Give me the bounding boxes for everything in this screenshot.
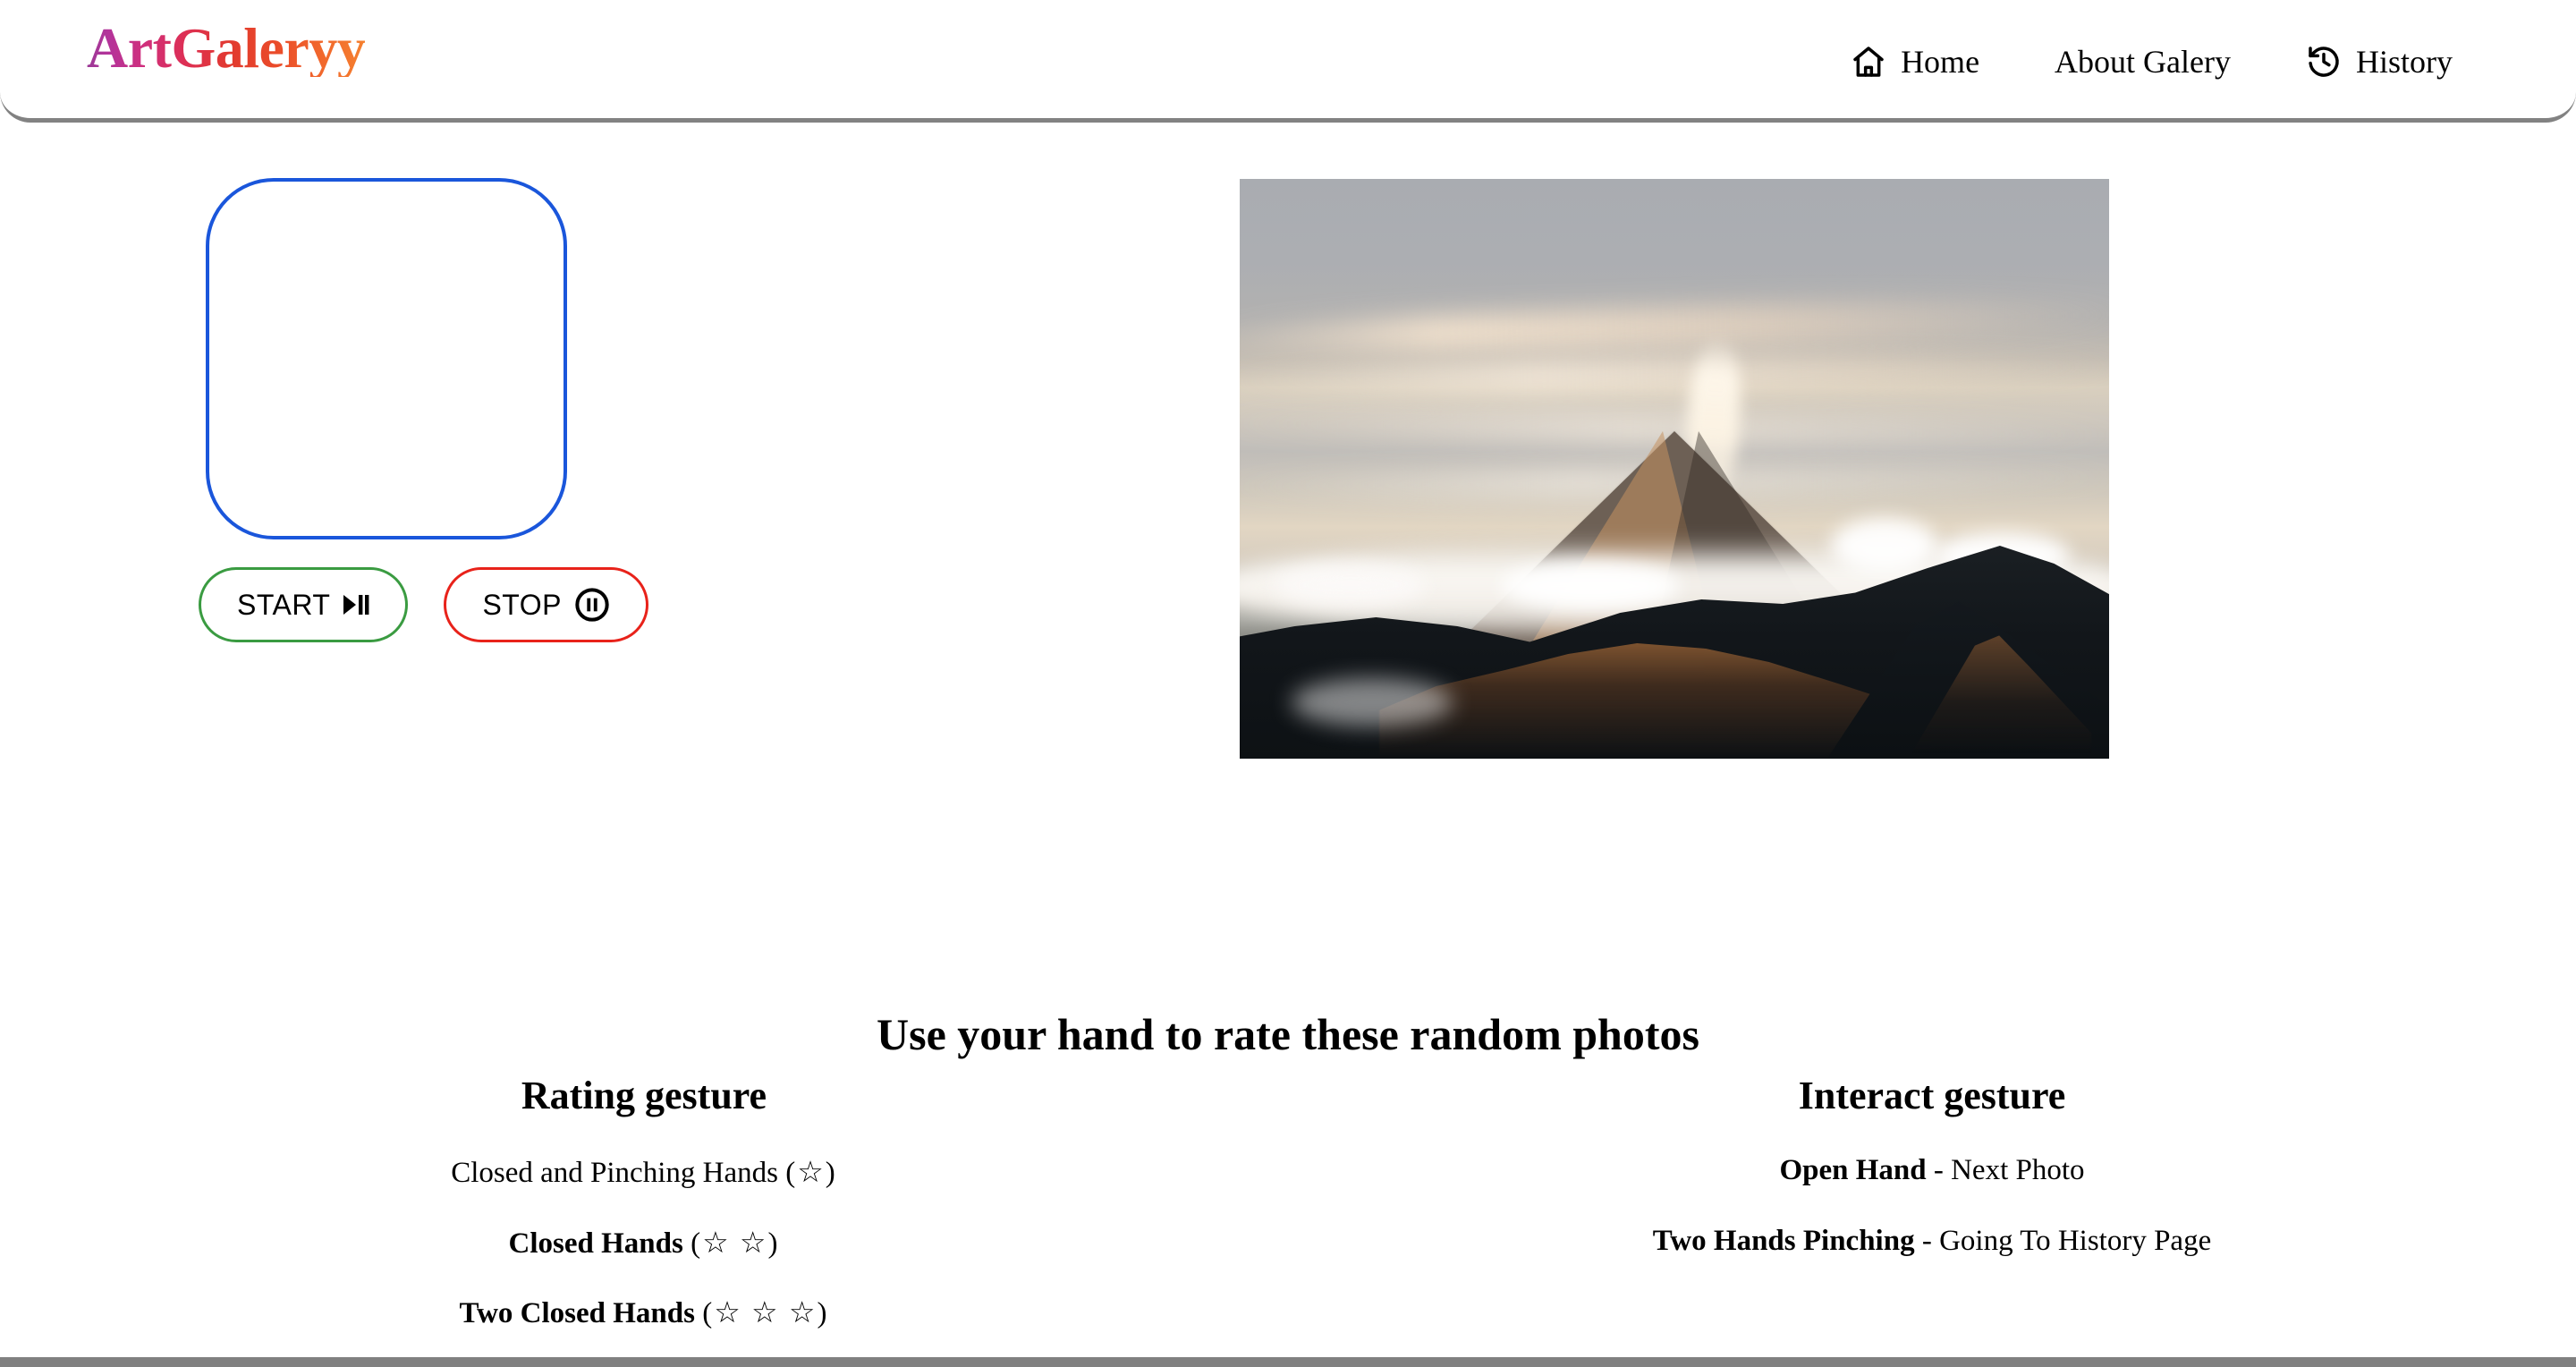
- history-icon: [2306, 44, 2342, 80]
- gesture-name: Open Hand: [1779, 1153, 1927, 1186]
- stop-button[interactable]: STOP: [444, 567, 648, 642]
- rating-gesture-list: Closed and Pinching Hands (☆) Closed Han…: [0, 1156, 1288, 1367]
- gesture-action: - Next Photo: [1926, 1153, 2085, 1186]
- photo-display[interactable]: [1240, 179, 2109, 759]
- gesture-stars: (☆): [785, 1156, 837, 1189]
- nav-item-home[interactable]: Home: [1813, 44, 2017, 80]
- photo-image: [1240, 179, 2109, 759]
- gesture-stars: (☆ ☆ ☆): [702, 1297, 829, 1330]
- rating-gesture-column: Rating gesture Closed and Pinching Hands…: [0, 1074, 1288, 1367]
- cloud-puff: [1500, 561, 1680, 610]
- nav-label-home: Home: [1901, 44, 1980, 80]
- interact-gesture-list: Open Hand - Next Photo Two Hands Pinchin…: [1288, 1153, 2576, 1259]
- cloud-band: [1240, 350, 2109, 398]
- pause-circle-icon: [574, 587, 610, 623]
- capture-panel: START STOP: [199, 178, 648, 642]
- home-icon: [1851, 44, 1886, 80]
- start-button[interactable]: START: [199, 567, 409, 642]
- gesture-name: Two Hands Pinching: [1652, 1224, 1915, 1257]
- cloud-puff: [1274, 564, 1427, 606]
- list-item: Closed and Pinching Hands (☆): [0, 1156, 1288, 1191]
- nav-label-history: History: [2356, 44, 2453, 80]
- gesture-stars: (☆ ☆): [691, 1227, 780, 1260]
- cloud-puff: [1830, 518, 1938, 574]
- gesture-name: Closed and Pinching Hands: [451, 1156, 778, 1189]
- page-root: ArtGaleryy Home About Galery History STA…: [0, 0, 2576, 1367]
- nav-item-history[interactable]: History: [2268, 44, 2490, 80]
- cloud-band: [1240, 293, 2109, 360]
- list-item: Closed Hands (☆ ☆): [0, 1227, 1288, 1261]
- start-button-label: START: [237, 588, 331, 621]
- main-content: START STOP Use your hand to rate these r…: [0, 123, 2576, 1367]
- gesture-name: Two Closed Hands: [459, 1297, 695, 1330]
- page-headline: Use your hand to rate these random photo…: [877, 1008, 1699, 1059]
- stop-button-label: STOP: [482, 588, 562, 621]
- interact-gesture-column: Interact gesture Open Hand - Next Photo …: [1288, 1074, 2576, 1367]
- ground-mist: [1292, 678, 1453, 726]
- nav-item-about-galery[interactable]: About Galery: [2017, 46, 2268, 78]
- gesture-action: - Going To History Page: [1914, 1224, 2212, 1257]
- webcam-video-frame[interactable]: [206, 178, 567, 539]
- gesture-name: Closed Hands: [508, 1227, 683, 1260]
- play-pause-icon: [343, 593, 369, 616]
- list-item: Two Closed Hands (☆ ☆ ☆): [0, 1296, 1288, 1331]
- interact-gesture-title: Interact gesture: [1798, 1074, 2066, 1117]
- main-navigation: Home About Galery History: [1813, 44, 2490, 80]
- site-header: ArtGaleryy Home About Galery History: [0, 0, 2576, 123]
- rating-gesture-title: Rating gesture: [521, 1074, 767, 1117]
- gesture-legend: Rating gesture Closed and Pinching Hands…: [0, 1074, 2576, 1367]
- brand-logo[interactable]: ArtGaleryy: [87, 20, 366, 77]
- list-item: Open Hand - Next Photo: [1288, 1153, 2576, 1188]
- capture-controls: START STOP: [199, 567, 648, 642]
- list-item: Two Hands Pinching - Going To History Pa…: [1288, 1224, 2576, 1259]
- nav-label-about-galery: About Galery: [2055, 44, 2231, 80]
- horizontal-scrollbar[interactable]: [0, 1357, 2576, 1367]
